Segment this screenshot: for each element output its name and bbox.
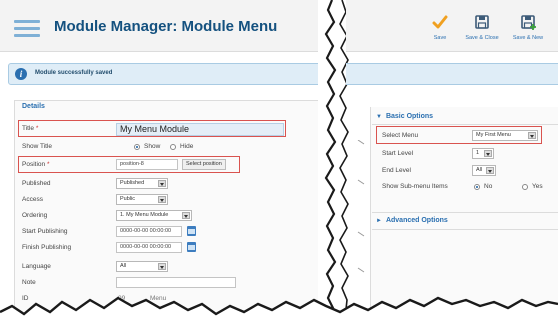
divider <box>372 229 558 230</box>
start-publishing-input[interactable]: 0000-00-00 00:00:00 <box>116 226 182 237</box>
note-input[interactable] <box>116 277 236 288</box>
show-title-hide-radio[interactable] <box>170 144 176 150</box>
ordering-row: Ordering 1. My Menu Module <box>22 209 292 223</box>
title-highlight <box>18 120 286 137</box>
start-level-row: Start Level 1 <box>382 147 552 161</box>
finish-publishing-input[interactable]: 0000-00-00 00:00:00 <box>116 242 182 253</box>
show-submenu-no-label: No <box>484 183 493 190</box>
show-title-hide-label: Hide <box>180 143 194 150</box>
start-level-label: Start Level <box>382 150 414 157</box>
save-close-label: Save & Close <box>465 35 499 41</box>
save-close-button[interactable]: Save & Close <box>462 14 502 48</box>
start-level-select[interactable]: 1 <box>472 148 494 159</box>
show-submenu-yes-label: Yes <box>532 183 543 190</box>
module-editor-left-panel: Module Manager: Module Menu i Module suc… <box>0 0 328 328</box>
chevron-down-icon <box>158 180 166 187</box>
language-label: Language <box>22 263 51 270</box>
show-submenu-row: Show Sub-menu Items No Yes <box>382 180 558 194</box>
module-editor-right-panel: Save Save & Close Save & New ▼ Basic Opti… <box>346 0 558 328</box>
success-message: i Module successfully saved <box>8 63 328 85</box>
show-title-row: Show Title Show Hide <box>22 140 292 154</box>
chevron-down-icon <box>484 150 492 157</box>
floppy-icon <box>475 15 489 29</box>
show-submenu-no-radio[interactable] <box>474 184 480 190</box>
page-header: Module Manager: Module Menu <box>0 0 328 52</box>
published-row: Published Published <box>22 177 292 191</box>
fold-marks <box>357 140 365 273</box>
save-label: Save <box>433 35 447 41</box>
show-title-show-label: Show <box>144 143 161 150</box>
language-row: Language All <box>22 260 292 274</box>
advanced-options-heading: Advanced Options <box>385 217 448 224</box>
calendar-icon[interactable] <box>187 242 196 252</box>
ordering-label: Ordering <box>22 212 48 219</box>
success-message-text: Module successfully saved <box>35 70 113 76</box>
chevron-down-icon <box>158 196 166 203</box>
torn-edge-bottom <box>0 296 558 328</box>
floppy-plus-icon <box>521 15 536 30</box>
hamburger-icon[interactable] <box>14 20 40 38</box>
chevron-down-icon <box>486 167 494 174</box>
published-select[interactable]: Published <box>116 178 168 189</box>
note-label: Note <box>22 279 36 286</box>
info-icon: i <box>15 68 27 80</box>
collapsed-triangle-icon: ► <box>376 218 382 224</box>
details-legend: Details <box>20 103 47 110</box>
save-new-button[interactable]: Save & New <box>508 14 548 48</box>
start-publishing-row: Start Publishing 0000-00-00 00:00:00 <box>22 225 292 239</box>
basic-options-header[interactable]: ▼ Basic Options <box>376 113 433 120</box>
position-highlight <box>18 156 240 173</box>
start-publishing-label: Start Publishing <box>22 228 68 235</box>
finish-publishing-label: Finish Publishing <box>22 244 72 251</box>
success-message-continued <box>346 63 558 85</box>
end-level-row: End Level All <box>382 164 552 178</box>
toolbar: Save Save & Close Save & New <box>346 0 558 52</box>
finish-publishing-row: Finish Publishing 0000-00-00 00:00:00 <box>22 241 292 255</box>
page-title: Module Manager: Module Menu <box>54 18 278 35</box>
basic-options-heading: Basic Options <box>385 113 434 120</box>
save-new-label: Save & New <box>512 35 544 41</box>
end-level-label: End Level <box>382 167 411 174</box>
ordering-select[interactable]: 1. My Menu Module <box>116 210 192 221</box>
advanced-options-header[interactable]: ► Advanced Options <box>376 217 448 224</box>
show-submenu-label: Show Sub-menu Items <box>382 183 448 190</box>
chevron-down-icon <box>182 212 190 219</box>
divider <box>372 212 558 213</box>
expanded-triangle-icon: ▼ <box>376 114 382 120</box>
show-title-show-radio[interactable] <box>134 144 140 150</box>
language-select[interactable]: All <box>116 261 168 272</box>
access-label: Access <box>22 196 43 203</box>
checkmark-icon <box>432 15 448 29</box>
select-menu-highlight <box>376 126 542 144</box>
end-level-select[interactable]: All <box>472 165 496 176</box>
show-title-label: Show Title <box>22 143 52 150</box>
save-button[interactable]: Save <box>420 14 460 48</box>
chevron-down-icon <box>158 263 166 270</box>
divider <box>372 124 558 125</box>
access-row: Access Public <box>22 193 292 207</box>
show-submenu-yes-radio[interactable] <box>522 184 528 190</box>
published-label: Published <box>22 180 51 187</box>
access-select[interactable]: Public <box>116 194 168 205</box>
note-row: Note <box>22 276 292 290</box>
calendar-icon[interactable] <box>187 226 196 236</box>
